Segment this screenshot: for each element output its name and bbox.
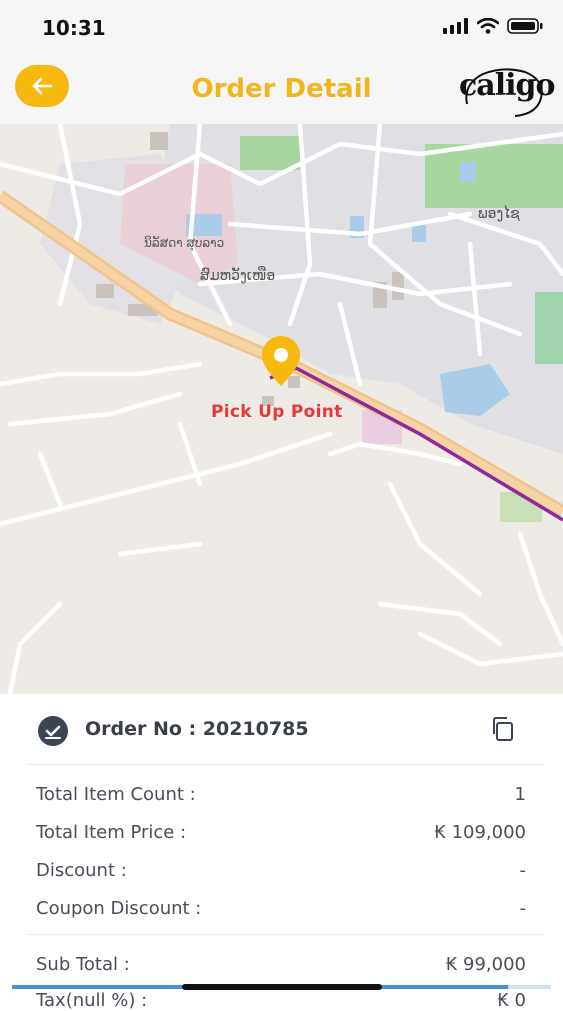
sub-total-row: Sub Total : ₭ 99,000 <box>36 954 526 982</box>
total-item-price-value: ₭ 109,000 <box>434 822 526 843</box>
total-item-price-row: Total Item Price : ₭ 109,000 <box>36 822 526 850</box>
total-item-price-label: Total Item Price : <box>36 822 187 843</box>
signal-icon <box>443 18 468 34</box>
order-info-panel: Order No : 20210785 Total Item Count : 1… <box>0 694 563 1000</box>
status-icons <box>443 18 543 34</box>
order-check-icon <box>38 716 68 746</box>
status-bar: 10:31 <box>0 0 563 56</box>
total-item-count-label: Total Item Count : <box>36 784 196 805</box>
discount-value: - <box>519 860 527 881</box>
sub-total-value: ₭ 99,000 <box>445 954 526 975</box>
home-indicator[interactable] <box>182 984 382 990</box>
coupon-discount-row: Coupon Discount : - <box>36 898 526 926</box>
tax-row: Tax(null %) : ₭ 0 <box>36 990 526 1011</box>
copy-icon[interactable] <box>490 716 516 742</box>
total-item-count-row: Total Item Count : 1 <box>36 784 526 812</box>
logo-text: caligo <box>459 68 555 103</box>
sub-total-label: Sub Total : <box>36 954 130 975</box>
discount-label: Discount : <box>36 860 127 881</box>
status-time: 10:31 <box>42 16 106 40</box>
map-view[interactable]: ພອງໄຊ ສົມຫວັງເໜືອ ນິລັສດາ ສຸບລາວ Pick Up… <box>0 124 563 694</box>
wifi-icon <box>477 18 499 34</box>
app-header: Order Detail caligo <box>0 56 563 124</box>
divider <box>28 934 544 935</box>
pickup-point-label: Pick Up Point <box>211 402 343 422</box>
map-label-somvang: ສົມຫວັງເໜືອ <box>200 268 276 284</box>
tax-label: Tax(null %) : <box>36 990 148 1011</box>
battery-icon <box>507 18 543 34</box>
discount-row: Discount : - <box>36 860 526 888</box>
total-item-count-value: 1 <box>514 784 526 805</box>
tax-value: ₭ 0 <box>497 990 526 1011</box>
caligo-logo: caligo <box>459 64 555 120</box>
coupon-discount-label: Coupon Discount : <box>36 898 202 919</box>
order-number: Order No : 20210785 <box>85 718 309 740</box>
map-label-nilasada: ນິລັສດາ ສຸບລາວ <box>144 236 225 250</box>
map-label-phongxai: ພອງໄຊ <box>478 206 520 222</box>
order-number-row: Order No : 20210785 <box>28 694 544 765</box>
coupon-discount-value: - <box>519 898 527 919</box>
